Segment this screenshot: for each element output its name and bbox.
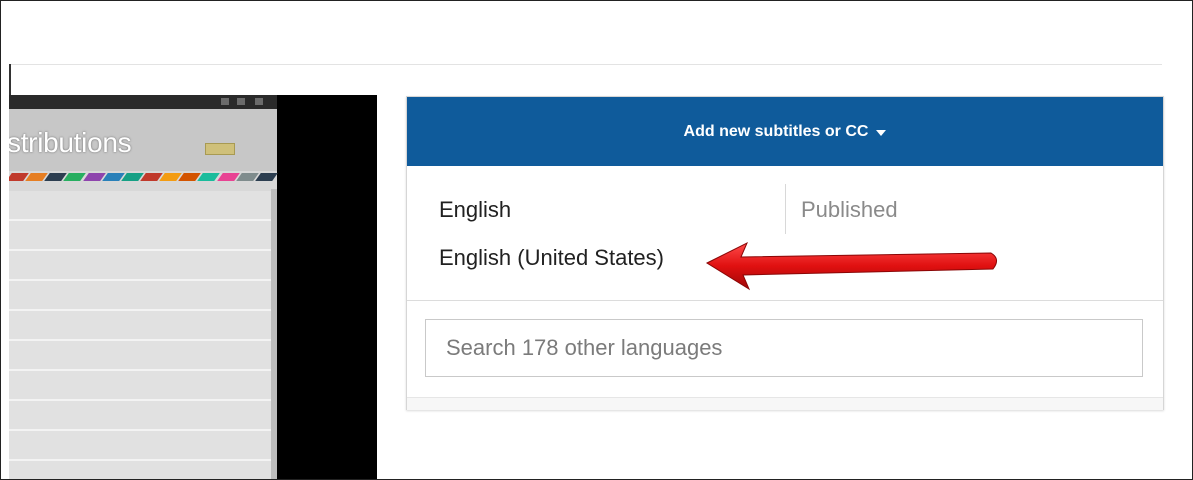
language-item-english[interactable]: English [439, 197, 511, 223]
language-status-published[interactable]: Published [801, 197, 898, 223]
screenshot-frame: stributions Add new subtitles or CC Engl… [0, 0, 1193, 480]
slide-row [9, 311, 271, 341]
video-scrollbar [271, 189, 277, 479]
video-slide-header: stributions [9, 109, 278, 181]
arrow-shape [705, 241, 997, 291]
add-subtitles-button[interactable]: Add new subtitles or CC [407, 97, 1163, 166]
color-strip-segment [255, 173, 278, 181]
maximize-icon [237, 98, 245, 105]
panel-divider [407, 300, 1163, 301]
panel-footer [407, 397, 1163, 410]
minimize-icon [221, 98, 229, 105]
video-preview[interactable]: stributions [9, 95, 377, 479]
slide-row [9, 191, 271, 221]
slide-row [9, 221, 271, 251]
slide-row [9, 401, 271, 431]
slide-row [9, 251, 271, 281]
slide-row [9, 371, 271, 401]
slide-row [9, 341, 271, 371]
video-slide-rows [9, 191, 271, 479]
language-item-english-us[interactable]: English (United States) [439, 245, 664, 271]
video-window-titlebar [9, 95, 277, 109]
search-languages-input[interactable] [425, 319, 1143, 377]
add-subtitles-label: Add new subtitles or CC [683, 122, 869, 140]
slide-row [9, 281, 271, 311]
red-arrow-annotation [705, 241, 997, 291]
top-divider [9, 64, 1162, 65]
slide-row [9, 461, 271, 479]
caret-down-icon [876, 129, 887, 136]
close-icon [255, 98, 263, 105]
video-slide-title: stributions [9, 127, 132, 158]
video-frame: stributions [9, 95, 278, 479]
column-separator [785, 184, 786, 234]
slide-thumbnail-icon [205, 143, 235, 155]
slide-row [9, 431, 271, 461]
color-strip [9, 173, 278, 181]
